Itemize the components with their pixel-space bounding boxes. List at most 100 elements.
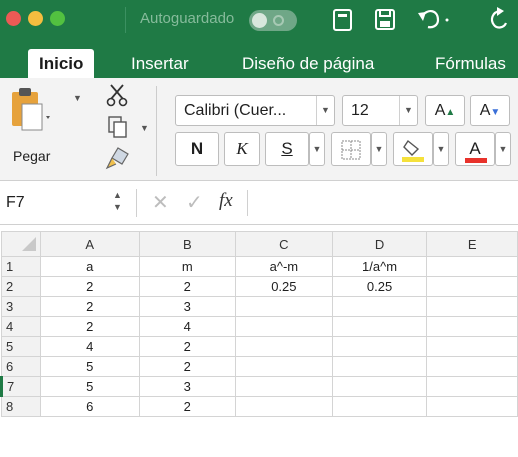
borders-button[interactable] xyxy=(331,132,371,166)
cell[interactable] xyxy=(426,356,518,377)
cell[interactable]: 4 xyxy=(138,316,237,337)
cell[interactable] xyxy=(235,396,333,417)
column-header-e[interactable]: E xyxy=(426,231,518,257)
cell[interactable] xyxy=(235,356,333,377)
cell[interactable]: 6 xyxy=(39,396,140,417)
tab-diseno-de-pagina[interactable]: Diseño de página xyxy=(242,49,374,78)
cell[interactable]: 0.25 xyxy=(331,276,428,297)
cell[interactable] xyxy=(426,276,518,297)
cell[interactable]: 2 xyxy=(39,276,140,297)
cell[interactable]: 5 xyxy=(39,356,140,377)
cut-icon[interactable] xyxy=(106,82,130,108)
row-header[interactable]: 5 xyxy=(1,336,41,357)
cell[interactable]: 1/a^m xyxy=(331,256,428,277)
row-header[interactable]: 2 xyxy=(1,276,41,297)
table-row: 4 2 4 xyxy=(1,316,518,337)
cell[interactable] xyxy=(235,296,333,317)
cell[interactable] xyxy=(331,396,428,417)
column-header-row: A B C D E xyxy=(1,231,518,257)
paste-icon[interactable] xyxy=(8,86,52,140)
paste-dropdown-arrow[interactable]: ▼ xyxy=(73,93,82,103)
row-header[interactable]: 3 xyxy=(1,296,41,317)
cell[interactable]: 3 xyxy=(138,376,237,397)
redo-icon[interactable] xyxy=(484,4,514,34)
arrow-down-icon: ▼ xyxy=(490,107,501,118)
cell[interactable]: a^-m xyxy=(235,256,333,277)
copy-dropdown-arrow[interactable]: ▼ xyxy=(140,123,149,133)
select-all-corner[interactable] xyxy=(1,231,41,257)
enter-check-icon[interactable]: ✓ xyxy=(186,190,203,215)
cell[interactable]: 2 xyxy=(39,316,140,337)
fill-color-dropdown[interactable]: ▼ xyxy=(433,132,449,166)
underline-dropdown[interactable]: ▼ xyxy=(309,132,325,166)
row-header[interactable]: 4 xyxy=(1,316,41,337)
decrease-font-button[interactable]: A▼ xyxy=(470,95,510,126)
cell[interactable]: 5 xyxy=(39,376,140,397)
cell[interactable] xyxy=(235,376,333,397)
row-header[interactable]: 8 xyxy=(1,396,41,417)
cell[interactable] xyxy=(426,336,518,357)
column-header-a[interactable]: A xyxy=(39,231,140,257)
close-window-button[interactable] xyxy=(6,11,21,26)
cell[interactable] xyxy=(235,316,333,337)
cancel-icon[interactable]: ✕ xyxy=(152,190,169,215)
format-painter-icon[interactable] xyxy=(104,144,132,172)
save-icon[interactable] xyxy=(372,4,398,34)
cell[interactable] xyxy=(426,376,518,397)
copy-icon[interactable] xyxy=(106,114,130,140)
column-header-c[interactable]: C xyxy=(235,231,333,257)
italic-button[interactable]: K xyxy=(224,132,260,166)
cell[interactable] xyxy=(331,296,428,317)
name-box[interactable]: F7 xyxy=(6,194,25,212)
bold-button[interactable]: N xyxy=(175,132,219,166)
underline-button[interactable]: S xyxy=(265,132,309,166)
column-header-b[interactable]: B xyxy=(138,231,237,257)
cell[interactable]: 4 xyxy=(39,336,140,357)
chevron-down-icon[interactable]: ▼ xyxy=(316,96,334,125)
formula-input[interactable] xyxy=(247,190,507,216)
cell[interactable]: 2 xyxy=(138,276,237,297)
cell[interactable]: 2 xyxy=(138,356,237,377)
cell[interactable]: a xyxy=(39,256,140,277)
cell[interactable]: 2 xyxy=(39,296,140,317)
minimize-window-button[interactable] xyxy=(28,11,43,26)
row-header[interactable]: 6 xyxy=(1,356,41,377)
tab-insertar[interactable]: Insertar xyxy=(131,49,189,78)
tab-inicio[interactable]: Inicio xyxy=(28,49,95,78)
increase-font-button[interactable]: A▲ xyxy=(425,95,465,126)
cell[interactable]: m xyxy=(138,256,237,277)
borders-dropdown[interactable]: ▼ xyxy=(371,132,387,166)
cell[interactable] xyxy=(331,356,428,377)
font-color-button[interactable]: A xyxy=(455,132,495,166)
formula-bar-divider xyxy=(136,189,137,217)
cell[interactable] xyxy=(426,296,518,317)
name-box-dropdown[interactable]: ▲ ▼ xyxy=(113,189,122,213)
cell[interactable] xyxy=(235,336,333,357)
cell[interactable] xyxy=(331,316,428,337)
fill-color-button[interactable] xyxy=(393,132,433,166)
font-name-combo[interactable]: Calibri (Cuer... ▼ xyxy=(175,95,335,126)
cell[interactable] xyxy=(331,376,428,397)
autosave-toggle[interactable] xyxy=(249,10,297,31)
row-header[interactable]: 1 xyxy=(1,256,41,277)
tab-formulas[interactable]: Fórmulas xyxy=(435,49,506,78)
cell[interactable]: 3 xyxy=(138,296,237,317)
column-header-d[interactable]: D xyxy=(331,231,428,257)
paste-label: Pegar xyxy=(13,148,51,164)
cell[interactable]: 0.25 xyxy=(235,276,333,297)
cell[interactable] xyxy=(426,256,518,277)
cell[interactable] xyxy=(426,316,518,337)
row-header-active[interactable]: 7 xyxy=(0,376,41,397)
font-color-dropdown[interactable]: ▼ xyxy=(495,132,511,166)
cell[interactable]: 2 xyxy=(138,336,237,357)
chevron-down-icon[interactable]: ▼ xyxy=(399,96,417,125)
cell[interactable]: 2 xyxy=(138,396,237,417)
insert-function-icon[interactable]: fx xyxy=(219,190,233,212)
cell[interactable] xyxy=(426,396,518,417)
cell[interactable] xyxy=(331,336,428,357)
font-size-combo[interactable]: 12 ▼ xyxy=(342,95,418,126)
select-all-icon xyxy=(22,237,36,251)
maximize-window-button[interactable] xyxy=(50,11,65,26)
undo-icon[interactable] xyxy=(414,4,454,34)
notebook-icon[interactable] xyxy=(330,4,356,34)
